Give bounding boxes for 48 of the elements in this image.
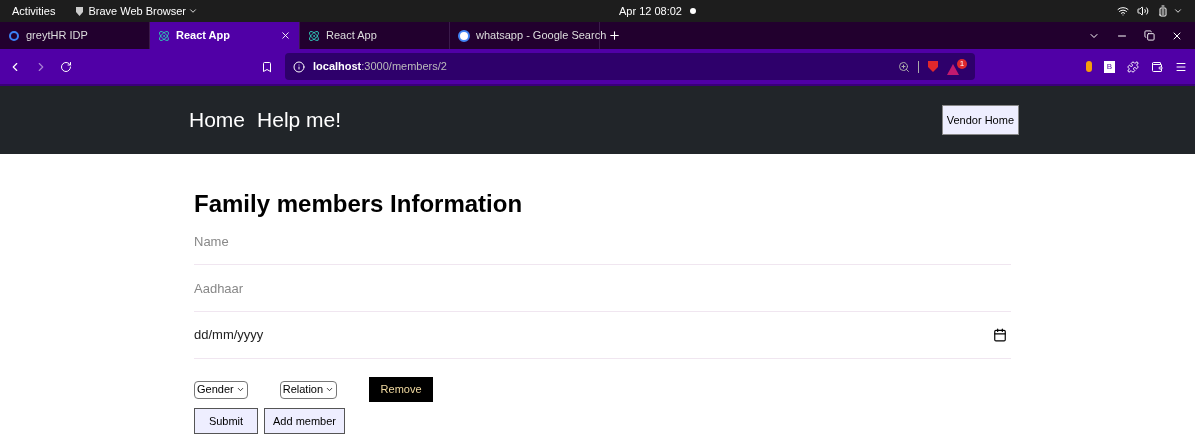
caret-icon xyxy=(188,6,198,16)
select-dropdown[interactable]: Gender xyxy=(194,380,248,399)
address-bar[interactable]: localhost:3000/members/2 1 xyxy=(285,53,975,80)
zoom-icon[interactable] xyxy=(898,60,910,73)
clock[interactable]: Apr 12 08:02 xyxy=(619,2,682,20)
caret-icon[interactable] xyxy=(1173,6,1183,16)
battery-icon[interactable] xyxy=(1157,5,1169,17)
toggle-icon[interactable] xyxy=(1086,61,1092,72)
form-button[interactable]: Add member xyxy=(264,408,345,434)
atom-icon xyxy=(158,29,170,42)
nav-link[interactable]: Home xyxy=(189,104,246,136)
close-icon[interactable] xyxy=(280,30,291,41)
atom-icon xyxy=(308,29,320,42)
notification-badge: 1 xyxy=(957,58,967,69)
shield-icon xyxy=(75,5,85,17)
menu-icon[interactable] xyxy=(1175,60,1187,73)
date-value: dd/mm/yyyy xyxy=(194,326,265,345)
caret-icon xyxy=(235,385,245,394)
text-field[interactable]: Name xyxy=(194,218,1011,265)
url-text: localhost:3000/members/2 xyxy=(313,59,447,75)
new-tab-icon[interactable] xyxy=(608,29,621,42)
tab-title: React App xyxy=(326,28,378,44)
bookmark-icon[interactable] xyxy=(261,60,273,73)
form-title: Family members Information xyxy=(194,190,524,218)
select-dropdown[interactable]: Relation xyxy=(279,380,338,399)
caret-icon xyxy=(325,385,335,394)
tab-title: greytHR IDP xyxy=(26,28,89,44)
remove-button[interactable]: Remove xyxy=(369,377,434,402)
date-field[interactable]: dd/mm/yyyy xyxy=(194,312,1011,359)
info-icon xyxy=(293,60,305,73)
tab-title: whatsapp - Google Search xyxy=(476,28,607,44)
wifi-icon[interactable] xyxy=(1117,5,1129,17)
reload-icon[interactable] xyxy=(60,60,72,73)
tab-title: React App xyxy=(176,28,231,44)
volume-icon[interactable] xyxy=(1137,5,1149,17)
browser-tab[interactable]: React App xyxy=(150,22,300,49)
form-button[interactable]: Submit xyxy=(194,408,258,434)
text-field[interactable]: Aadhaar xyxy=(194,265,1011,312)
app-menu[interactable]: Brave Web Browser xyxy=(88,2,186,20)
wallet-icon[interactable] xyxy=(1151,60,1163,73)
restore-icon[interactable] xyxy=(1144,30,1155,41)
extensions-icon[interactable] xyxy=(1127,60,1139,73)
activities-button[interactable]: Activities xyxy=(12,2,56,20)
nav-link[interactable]: Help me! xyxy=(257,104,342,136)
rewards-button[interactable]: 1 xyxy=(947,58,967,75)
extension-button[interactable]: B xyxy=(1104,60,1115,73)
calendar-icon[interactable] xyxy=(993,328,1007,342)
vendor-home-button[interactable]: Vendor Home xyxy=(941,104,1019,136)
